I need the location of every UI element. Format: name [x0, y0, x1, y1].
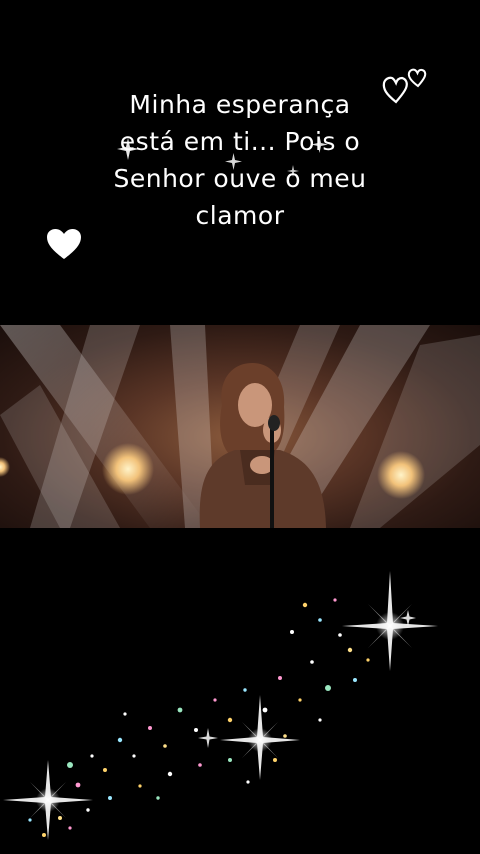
- hearts-outline-icon: [382, 68, 427, 104]
- glitter-dots: [28, 598, 370, 837]
- sparkle-icon: [342, 571, 438, 671]
- stage-light: [0, 457, 10, 477]
- lyrics-text: Minha esperança está em ti... Pois o Sen…: [113, 90, 367, 230]
- heart-icon: [47, 229, 81, 259]
- sparkle-icon: [220, 695, 300, 780]
- starfield: [3, 571, 438, 840]
- stage-light: [377, 451, 425, 499]
- video-frame: [0, 325, 480, 528]
- stage-light: [102, 443, 154, 495]
- sparkle-icon: [198, 728, 218, 748]
- stage-scene: [0, 325, 480, 528]
- sparkle-icon: [3, 760, 93, 840]
